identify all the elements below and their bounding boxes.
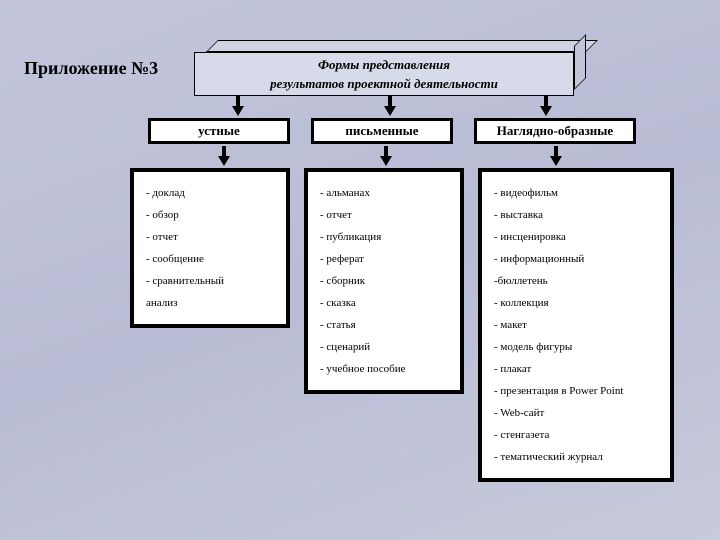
list-item: статья [320, 314, 448, 336]
list-item: стенгазета [494, 424, 658, 446]
list-item: тематический журнал [494, 446, 658, 468]
page-title: Приложение №3 [24, 58, 158, 79]
list-item: видеофильм [494, 182, 658, 204]
list-item: учебное пособие [320, 358, 448, 380]
list-item: реферат [320, 248, 448, 270]
list-item: -бюллетень [494, 270, 658, 292]
list-item: инсценировка [494, 226, 658, 248]
arrow-down-icon [218, 146, 230, 168]
list-item: публикация [320, 226, 448, 248]
list-item: сценарий [320, 336, 448, 358]
arrow-down-icon [380, 146, 392, 168]
list-item: модель фигуры [494, 336, 658, 358]
list-item: Web-сайт [494, 402, 658, 424]
header-top-face [206, 40, 598, 52]
list-item: выставка [494, 204, 658, 226]
list-item: презентация в Power Point [494, 380, 658, 402]
list-item: макет [494, 314, 658, 336]
list-item: анализ [146, 292, 274, 314]
arrow-down-icon [540, 96, 552, 118]
header-3d-box: Формы представления результатов проектно… [194, 40, 588, 96]
header-side-face [574, 34, 586, 90]
col-header-oral: устные [148, 118, 290, 144]
list-item: коллекция [494, 292, 658, 314]
list-item: обзор [146, 204, 274, 226]
col-header-visual: Наглядно-образные [474, 118, 636, 144]
box-oral: докладобзоротчетсообщениесравнительныйан… [130, 168, 290, 328]
list-item: сборник [320, 270, 448, 292]
list-item: сообщение [146, 248, 274, 270]
list-item: доклад [146, 182, 274, 204]
arrow-down-icon [384, 96, 396, 118]
header-front-face: Формы представления результатов проектно… [194, 52, 574, 96]
arrow-down-icon [550, 146, 562, 168]
header-line-1: Формы представления [318, 55, 450, 75]
box-visual: видеофильмвыставкаинсценировкаинформацио… [478, 168, 674, 482]
list-item: сравнительный [146, 270, 274, 292]
arrow-down-icon [232, 96, 244, 118]
list-item: отчет [146, 226, 274, 248]
list-item: отчет [320, 204, 448, 226]
list-item: сказка [320, 292, 448, 314]
box-written: альманахотчетпубликациярефератсборникска… [304, 168, 464, 394]
list-item: плакат [494, 358, 658, 380]
col-header-written: письменные [311, 118, 453, 144]
list-item: альманах [320, 182, 448, 204]
header-line-2: результатов проектной деятельности [270, 74, 498, 94]
list-item: информационный [494, 248, 658, 270]
